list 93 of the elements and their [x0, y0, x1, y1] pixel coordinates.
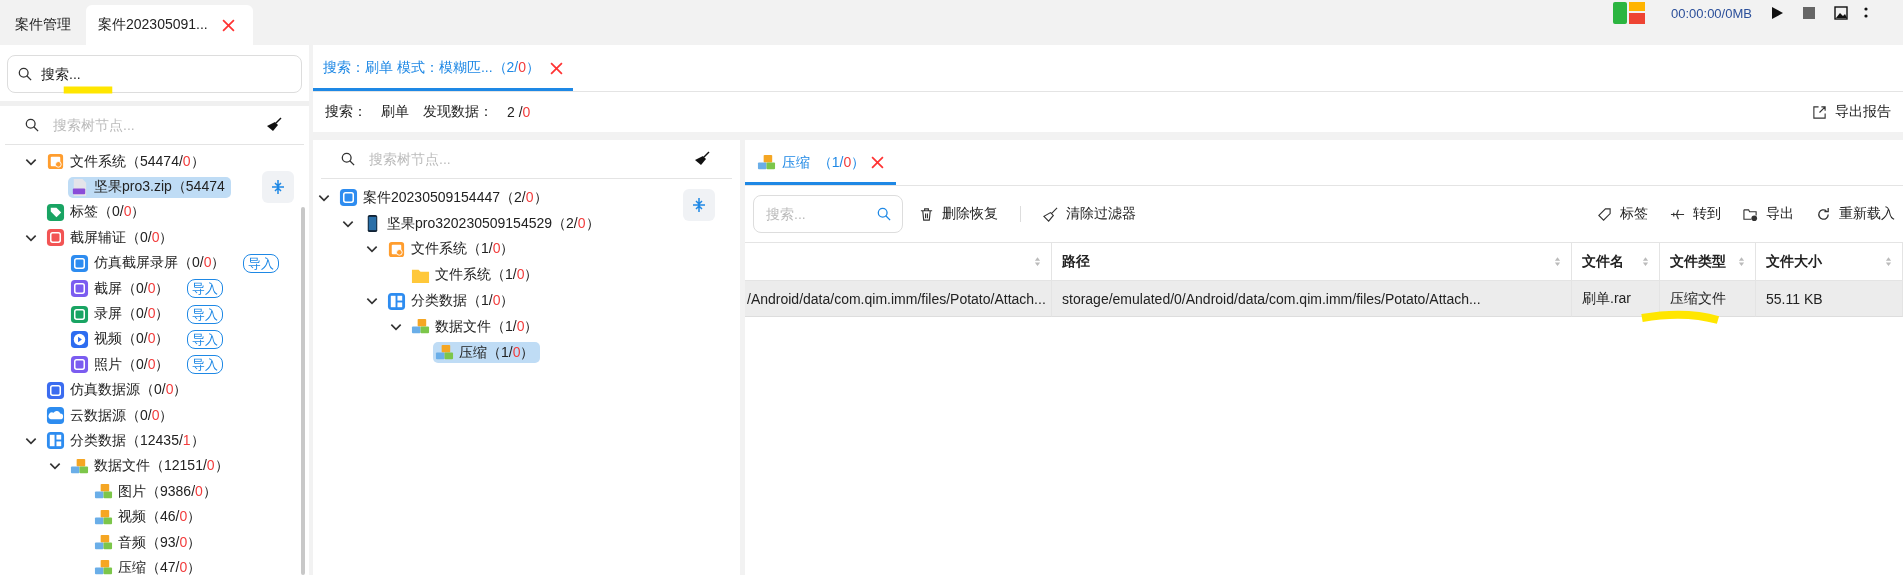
case-app-icon: [339, 188, 358, 208]
trash-icon: [919, 206, 934, 222]
jump-button[interactable]: 转到: [1670, 205, 1721, 223]
folder-gear-icon: [46, 152, 65, 172]
import-button[interactable]: 导入: [187, 279, 224, 299]
tree-node[interactable]: 截屏辅证（0/0）: [44, 227, 180, 249]
recording-time: 00:00:00/0MB: [1671, 5, 1752, 21]
tree-node[interactable]: 压缩（47/0）: [92, 557, 208, 575]
import-button[interactable]: 导入: [243, 253, 280, 273]
result-tab[interactable]: 压缩 （1/0）: [745, 143, 897, 185]
tree-node[interactable]: 坚果pro3.zip（54474: [68, 176, 231, 198]
close-icon[interactable]: [550, 61, 564, 75]
tab[interactable]: 案件202305091...: [86, 5, 253, 45]
tree-node[interactable]: 分类数据（1/0）: [385, 290, 521, 312]
tree-node[interactable]: 录屏（0/0）: [68, 303, 176, 325]
trash-button[interactable]: 删除恢复: [919, 205, 998, 223]
tree-node[interactable]: 标签（0/0）: [44, 201, 152, 223]
search-field[interactable]: 搜索...: [753, 195, 903, 233]
broom-button[interactable]: 清除过滤器: [1043, 205, 1136, 223]
tree-node[interactable]: 数据文件（12151/0）: [68, 455, 235, 477]
summary-label: 发现数据：: [423, 103, 493, 121]
tree-node[interactable]: 云数据源（0/0）: [44, 405, 180, 427]
stop-icon[interactable]: [1801, 6, 1816, 20]
folder-gear-icon: [387, 240, 406, 259]
reload-button[interactable]: 重新载入: [1816, 205, 1895, 223]
external-link-icon: [1812, 104, 1827, 120]
table-cell: 刷单.rar: [1572, 281, 1660, 317]
import-button[interactable]: 导入: [187, 355, 224, 375]
more-icon[interactable]: [1863, 6, 1868, 20]
import-button[interactable]: 导入: [187, 329, 224, 349]
boxes-icon: [94, 558, 113, 575]
highlight-mark: [62, 85, 114, 95]
tree-node[interactable]: 仿真截屏录屏（0/0）: [68, 252, 232, 274]
boxes-icon: [94, 507, 113, 527]
close-icon[interactable]: [871, 156, 885, 169]
tree-node[interactable]: 分类数据（12435/1）: [44, 430, 211, 452]
tree-node[interactable]: 文件系统（1/0）: [409, 264, 545, 286]
table-cell: /Android/data/com.qim.imm/files/Potato/Attach...: [745, 281, 1052, 317]
tab[interactable]: 案件管理: [0, 5, 86, 45]
tree-node[interactable]: 视频（46/0）: [92, 506, 208, 528]
close-icon[interactable]: [221, 18, 235, 32]
zip-file-icon: [70, 177, 89, 197]
collapse-button[interactable]: [262, 171, 294, 203]
found-count: 2 /0: [507, 104, 531, 120]
tree-node[interactable]: 图片（9386/0）: [92, 481, 223, 503]
video-app-icon: [70, 329, 89, 349]
tree-node[interactable]: 视频（0/0）: [68, 328, 176, 350]
table-cell: storage/emulated/0/Android/data/com.qim.imm/files/Potato/Attach...: [1052, 281, 1572, 317]
logo-icon: [1613, 2, 1645, 24]
broom-icon[interactable]: [694, 151, 710, 167]
search-icon: [18, 67, 32, 81]
search-icon: [341, 152, 355, 166]
tree-node[interactable]: 文件系统（54474/0）: [44, 151, 211, 173]
search-icon: [25, 118, 39, 132]
tag-icon: [1597, 206, 1612, 222]
tree-node[interactable]: 案件20230509154447（2/0）: [337, 187, 554, 209]
table-row[interactable]: /Android/data/com.qim.imm/files/Potato/Attach... storage/emulated/0/Android/data/com.qim.imm/files/Potato/Attach... 刷单.rar 压缩文件 55.11 KB: [745, 281, 1903, 317]
tree-search-field[interactable]: 搜索树节点...: [367, 150, 682, 168]
category-app-icon: [46, 431, 65, 451]
broom-icon[interactable]: [266, 117, 282, 133]
search-icon: [877, 207, 891, 221]
cloud-app-icon: [46, 406, 65, 426]
tree-node[interactable]: 坚果pro320230509154529（2/0）: [361, 213, 606, 235]
tree-search-field[interactable]: 搜索树节点...: [51, 116, 254, 134]
broom-icon: [1043, 206, 1058, 222]
export-report-button[interactable]: 导出报告: [1812, 103, 1891, 121]
collapse-button[interactable]: [683, 189, 715, 221]
tree-node[interactable]: 文件系统（1/0）: [385, 239, 521, 260]
import-button[interactable]: 导入: [187, 304, 224, 324]
tree-node[interactable]: 照片（0/0）: [68, 354, 176, 376]
tree-node[interactable]: 音频（93/0）: [92, 532, 208, 554]
search-term: 刷单: [381, 103, 409, 121]
tag-app-icon: [46, 202, 65, 222]
export-icon: [1743, 206, 1758, 222]
reload-icon: [1816, 206, 1831, 222]
table-cell: 压缩文件: [1660, 281, 1756, 317]
tree-node[interactable]: 数据文件（1/0）: [409, 316, 545, 338]
tree-node[interactable]: 截屏（0/0）: [68, 278, 176, 300]
search-field[interactable]: 搜索...: [7, 55, 302, 93]
tree-node[interactable]: 压缩（1/0）: [433, 342, 541, 364]
tag-button[interactable]: 标签: [1597, 205, 1648, 223]
collapse-icon: [270, 179, 286, 195]
boxes-icon: [757, 153, 776, 172]
category-app-icon: [387, 291, 406, 311]
tree-node[interactable]: 仿真数据源（0/0）: [44, 379, 194, 401]
export-button[interactable]: 导出: [1743, 205, 1794, 223]
play-icon[interactable]: [1769, 6, 1784, 20]
summary-label: 搜索：: [325, 103, 367, 121]
scrollbar[interactable]: [301, 207, 305, 575]
boxes-icon: [70, 456, 89, 476]
collapse-icon: [691, 197, 707, 213]
image-icon[interactable]: [1833, 6, 1848, 20]
table-cell: 55.11 KB: [1756, 281, 1903, 317]
